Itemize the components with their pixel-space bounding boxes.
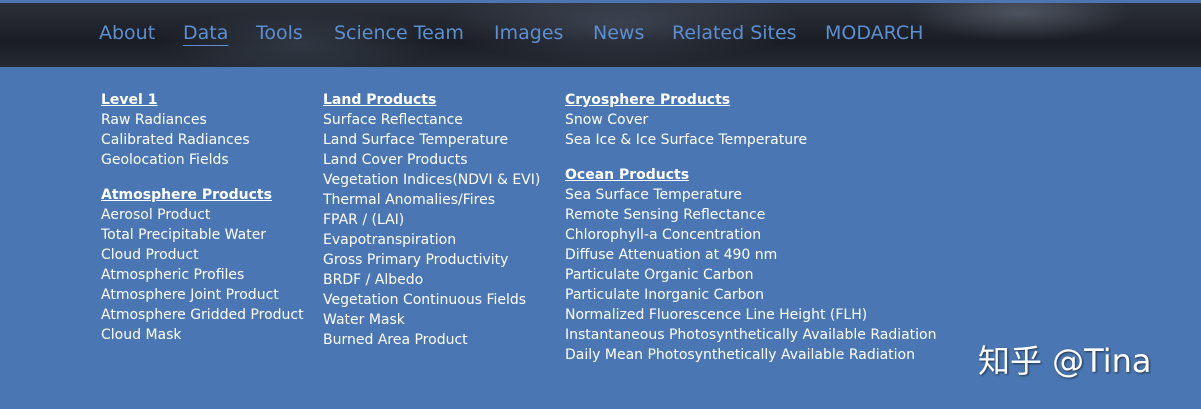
nav-about[interactable]: About xyxy=(99,22,155,44)
menu-link-thermal-anomalies-fires[interactable]: Thermal Anomalies/Fires xyxy=(323,190,540,210)
menu-link-particulate-organic-carbon[interactable]: Particulate Organic Carbon xyxy=(565,265,937,285)
menu-group-level1: Level 1 Raw Radiances Calibrated Radianc… xyxy=(101,90,304,170)
top-navigation-bar: About Data Tools Science Team Images New… xyxy=(0,0,1201,67)
menu-column-land: Land Products Surface Reflectance Land S… xyxy=(323,90,540,365)
menu-link-sea-surface-temperature[interactable]: Sea Surface Temperature xyxy=(565,185,937,205)
menu-link-aerosol-product[interactable]: Aerosol Product xyxy=(101,205,304,225)
menu-heading-cryosphere[interactable]: Cryosphere Products xyxy=(565,90,937,110)
menu-link-vegetation-continuous-fields[interactable]: Vegetation Continuous Fields xyxy=(323,290,540,310)
menu-link-calibrated-radiances[interactable]: Calibrated Radiances xyxy=(101,130,304,150)
menu-link-water-mask[interactable]: Water Mask xyxy=(323,310,540,330)
menu-group-ocean: Ocean Products Sea Surface Temperature R… xyxy=(565,165,937,365)
nav-tools[interactable]: Tools xyxy=(256,22,303,44)
menu-group-land: Land Products Surface Reflectance Land S… xyxy=(323,90,540,350)
menu-link-diffuse-attenuation[interactable]: Diffuse Attenuation at 490 nm xyxy=(565,245,937,265)
menu-link-atmosphere-gridded-product[interactable]: Atmosphere Gridded Product xyxy=(101,305,304,325)
menu-column-level1-atmosphere: Level 1 Raw Radiances Calibrated Radianc… xyxy=(101,90,304,360)
menu-link-remote-sensing-reflectance[interactable]: Remote Sensing Reflectance xyxy=(565,205,937,225)
menu-group-atmosphere: Atmosphere Products Aerosol Product Tota… xyxy=(101,185,304,345)
menu-link-land-cover-products[interactable]: Land Cover Products xyxy=(323,150,540,170)
watermark: 知乎 @Tina xyxy=(978,342,1152,380)
menu-link-burned-area-product[interactable]: Burned Area Product xyxy=(323,330,540,350)
menu-link-total-precipitable-water[interactable]: Total Precipitable Water xyxy=(101,225,304,245)
nav-science-team[interactable]: Science Team xyxy=(334,22,464,44)
nav-images[interactable]: Images xyxy=(494,22,563,44)
menu-link-raw-radiances[interactable]: Raw Radiances xyxy=(101,110,304,130)
menu-heading-land[interactable]: Land Products xyxy=(323,90,540,110)
nav-data[interactable]: Data xyxy=(183,22,228,44)
menu-link-vegetation-indices[interactable]: Vegetation Indices(NDVI & EVI) xyxy=(323,170,540,190)
menu-link-evapotranspiration[interactable]: Evapotranspiration xyxy=(323,230,540,250)
menu-group-cryosphere: Cryosphere Products Snow Cover Sea Ice &… xyxy=(565,90,937,150)
menu-link-geolocation-fields[interactable]: Geolocation Fields xyxy=(101,150,304,170)
menu-link-chlorophyll-a-concentration[interactable]: Chlorophyll-a Concentration xyxy=(565,225,937,245)
nav-news[interactable]: News xyxy=(593,22,644,44)
menu-link-cloud-product[interactable]: Cloud Product xyxy=(101,245,304,265)
menu-link-instantaneous-par[interactable]: Instantaneous Photosynthetically Availab… xyxy=(565,325,937,345)
menu-link-land-surface-temperature[interactable]: Land Surface Temperature xyxy=(323,130,540,150)
nav-related-sites[interactable]: Related Sites xyxy=(672,22,797,44)
menu-link-daily-mean-par[interactable]: Daily Mean Photosynthetically Available … xyxy=(565,345,937,365)
menu-heading-ocean[interactable]: Ocean Products xyxy=(565,165,937,185)
menu-link-snow-cover[interactable]: Snow Cover xyxy=(565,110,937,130)
menu-link-particulate-inorganic-carbon[interactable]: Particulate Inorganic Carbon xyxy=(565,285,937,305)
menu-link-sea-ice-surface-temperature[interactable]: Sea Ice & Ice Surface Temperature xyxy=(565,130,937,150)
menu-link-gross-primary-productivity[interactable]: Gross Primary Productivity xyxy=(323,250,540,270)
menu-link-atmosphere-joint-product[interactable]: Atmosphere Joint Product xyxy=(101,285,304,305)
menu-link-atmospheric-profiles[interactable]: Atmospheric Profiles xyxy=(101,265,304,285)
menu-link-brdf-albedo[interactable]: BRDF / Albedo xyxy=(323,270,540,290)
menu-link-fluorescence-line-height[interactable]: Normalized Fluorescence Line Height (FLH… xyxy=(565,305,937,325)
menu-link-fpar-lai[interactable]: FPAR / (LAI) xyxy=(323,210,540,230)
menu-link-surface-reflectance[interactable]: Surface Reflectance xyxy=(323,110,540,130)
menu-column-cryosphere-ocean: Cryosphere Products Snow Cover Sea Ice &… xyxy=(565,90,937,380)
menu-link-cloud-mask[interactable]: Cloud Mask xyxy=(101,325,304,345)
menu-heading-level1[interactable]: Level 1 xyxy=(101,90,304,110)
nav-modarch[interactable]: MODARCH xyxy=(825,22,923,44)
menu-heading-atmosphere[interactable]: Atmosphere Products xyxy=(101,185,304,205)
